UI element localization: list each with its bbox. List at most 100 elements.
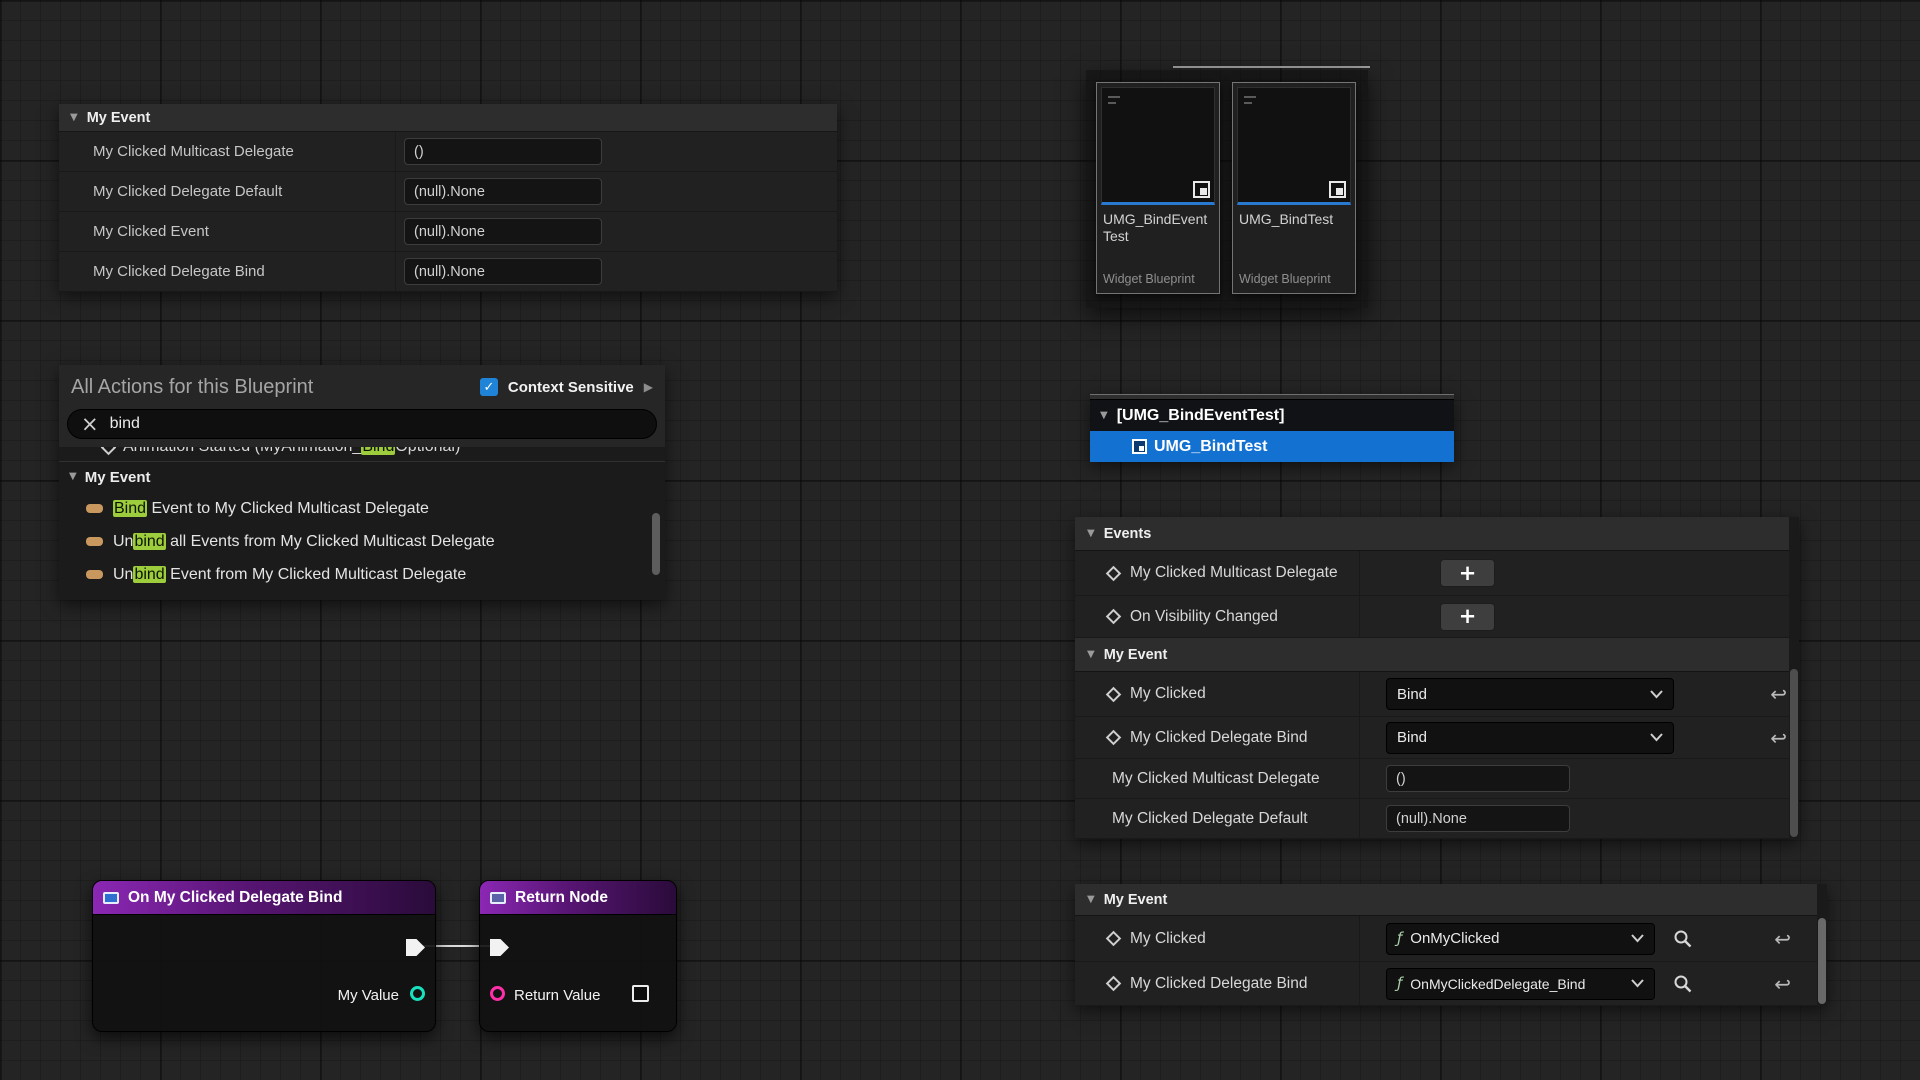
reset-to-default-icon[interactable]: ↩ xyxy=(1774,974,1791,994)
node-header[interactable]: Return Node xyxy=(480,881,676,915)
collapse-triangle-icon: ▼ xyxy=(69,472,77,482)
function-icon: ƒ xyxy=(1397,976,1402,991)
asset-name: UMG_BindTest xyxy=(1233,205,1355,272)
reset-to-default-icon[interactable]: ↩ xyxy=(1770,728,1787,748)
property-value-field[interactable]: (null).None xyxy=(1386,805,1570,832)
actions-titlebar: All Actions for this Blueprint ✓ Context… xyxy=(59,365,665,409)
detail-row: My Clicked Delegate Bind (null).None xyxy=(59,252,837,292)
dropdown-selected-value: OnMyClickedDelegate_Bind xyxy=(1410,976,1623,992)
value-output-pin[interactable] xyxy=(410,986,425,1001)
widget-blueprint-icon xyxy=(1132,439,1147,454)
reset-to-default-icon[interactable]: ↩ xyxy=(1770,684,1787,704)
scrollbar-thumb[interactable] xyxy=(1790,669,1798,837)
delegate-function-icon xyxy=(86,570,103,579)
function-icon: ƒ xyxy=(1397,931,1402,946)
collapse-triangle-icon: ▼ xyxy=(70,113,78,123)
my-event-category-header[interactable]: ▼ My Event xyxy=(1075,884,1827,916)
property-label: My Clicked Delegate Default xyxy=(1075,810,1361,828)
action-item[interactable]: Bind Event to My Clicked Multicast Deleg… xyxy=(59,492,665,525)
asset-card[interactable]: UMG_BindEventTest Widget Blueprint xyxy=(1096,82,1220,294)
event-label: My Clicked xyxy=(1130,685,1206,703)
asset-type: Widget Blueprint xyxy=(1097,272,1219,293)
hierarchy-tree: ▼ [UMG_BindEventTest] UMG_BindTest xyxy=(1090,394,1454,462)
my-event-category-header[interactable]: ▼ My Event xyxy=(1075,638,1799,672)
event-bind-row: My Clicked Bind ↩ xyxy=(1075,672,1799,717)
add-event-button[interactable]: + xyxy=(1440,603,1495,631)
event-node-icon xyxy=(103,892,119,904)
actions-category-row[interactable]: ▼ My Event xyxy=(59,462,665,492)
search-row: × bind xyxy=(59,409,665,447)
scrollbar-thumb[interactable] xyxy=(652,513,660,575)
action-item[interactable]: Unbind all Events from My Clicked Multic… xyxy=(59,525,665,558)
node-title: Return Node xyxy=(515,889,608,907)
clear-search-icon[interactable]: × xyxy=(81,414,99,435)
asset-type: Widget Blueprint xyxy=(1233,272,1355,293)
thumbnail-preview xyxy=(1108,102,1116,104)
search-query-text: bind xyxy=(110,415,140,433)
bind-dropdown[interactable]: Bind xyxy=(1386,722,1674,754)
output-pin-label: My Value xyxy=(338,987,399,1004)
bound-function-dropdown[interactable]: ƒ OnMyClicked xyxy=(1386,923,1655,955)
scrollbar-thumb[interactable] xyxy=(1818,918,1826,1004)
tree-child-label: UMG_BindTest xyxy=(1154,438,1267,456)
content-browser-popup: UMG_BindEventTest Widget Blueprint UMG_B… xyxy=(1086,70,1368,308)
all-actions-menu: All Actions for this Blueprint ✓ Context… xyxy=(59,365,665,600)
property-value-field[interactable]: () xyxy=(1386,765,1570,792)
property-row: My Clicked Delegate Default (null).None xyxy=(1075,799,1799,839)
bound-function-dropdown[interactable]: ƒ OnMyClickedDelegate_Bind xyxy=(1386,968,1655,1000)
event-label: My Clicked Delegate Bind xyxy=(1130,975,1307,993)
popup-top-edge xyxy=(1173,66,1370,68)
category-header[interactable]: ▼ My Event xyxy=(59,104,837,132)
tree-root-row[interactable]: ▼ [UMG_BindEventTest] xyxy=(1090,400,1454,431)
dropdown-selected-value: Bind xyxy=(1397,729,1642,746)
dropdown-selected-value: Bind xyxy=(1397,686,1642,703)
actions-title: All Actions for this Blueprint xyxy=(71,376,470,399)
multicast-delegate-icon xyxy=(1106,609,1122,625)
delegate-event-icon xyxy=(1106,686,1122,702)
input-pin-label: Return Value xyxy=(514,987,600,1004)
browse-to-function-icon[interactable] xyxy=(1673,929,1692,948)
event-add-row: My Clicked Multicast Delegate + xyxy=(1075,551,1799,596)
exec-input-pin[interactable] xyxy=(490,939,509,956)
node-title: On My Clicked Delegate Bind xyxy=(128,889,342,907)
browse-to-function-icon[interactable] xyxy=(1673,974,1692,993)
expand-arrow-icon[interactable]: ▶ xyxy=(644,381,653,393)
context-sensitive-checkbox[interactable]: ✓ xyxy=(480,378,498,396)
return-value-checkbox[interactable] xyxy=(632,985,649,1002)
thumbnail-preview xyxy=(1108,96,1120,98)
reset-to-default-icon[interactable]: ↩ xyxy=(1774,929,1791,949)
return-node[interactable]: Return Node Return Value xyxy=(479,880,677,1032)
delegate-event-icon xyxy=(1106,931,1122,947)
my-event-category-title: My Event xyxy=(1104,892,1168,908)
event-label: On Visibility Changed xyxy=(1130,608,1278,626)
property-value-field[interactable]: () xyxy=(404,138,602,165)
node-header[interactable]: On My Clicked Delegate Bind xyxy=(93,881,435,915)
property-value-field[interactable]: (null).None xyxy=(404,258,602,285)
add-event-button[interactable]: + xyxy=(1440,559,1495,587)
delegate-event-icon xyxy=(1106,976,1122,992)
action-item[interactable]: Unbind Event from My Clicked Multicast D… xyxy=(59,558,665,591)
bound-events-panel: ▼ My Event My Clicked ƒ OnMyClicked ↩ My… xyxy=(1075,884,1827,1006)
action-item-label: Unbind Event from My Clicked Multicast D… xyxy=(113,566,466,584)
asset-thumbnail xyxy=(1101,87,1215,205)
search-input[interactable]: × bind xyxy=(67,409,657,439)
property-label: My Clicked Event xyxy=(59,223,404,240)
delegate-event-node[interactable]: On My Clicked Delegate Bind My Value xyxy=(92,880,436,1032)
property-value-field[interactable]: (null).None xyxy=(404,218,602,245)
exec-output-pin[interactable] xyxy=(406,939,425,956)
property-value-field[interactable]: (null).None xyxy=(404,178,602,205)
event-diamond-icon xyxy=(101,447,117,455)
tree-root-label: [UMG_BindEventTest] xyxy=(1117,407,1285,425)
delegate-function-icon xyxy=(86,537,103,546)
details-panel: ▼ My Event My Clicked Multicast Delegate… xyxy=(59,104,837,292)
chevron-down-icon xyxy=(1650,690,1663,699)
asset-card[interactable]: UMG_BindTest Widget Blueprint xyxy=(1232,82,1356,294)
value-input-pin[interactable] xyxy=(490,986,505,1001)
action-item-label: Unbind all Events from My Clicked Multic… xyxy=(113,533,495,551)
property-label: My Clicked Multicast Delegate xyxy=(1075,770,1361,788)
event-label: My Clicked xyxy=(1130,930,1206,948)
action-item-clipped[interactable]: Animation Started (MyAnimation_BindOptio… xyxy=(59,447,665,462)
bind-dropdown[interactable]: Bind xyxy=(1386,678,1674,710)
tree-child-row-selected[interactable]: UMG_BindTest xyxy=(1090,431,1454,462)
events-category-header[interactable]: ▼ Events xyxy=(1075,517,1799,551)
